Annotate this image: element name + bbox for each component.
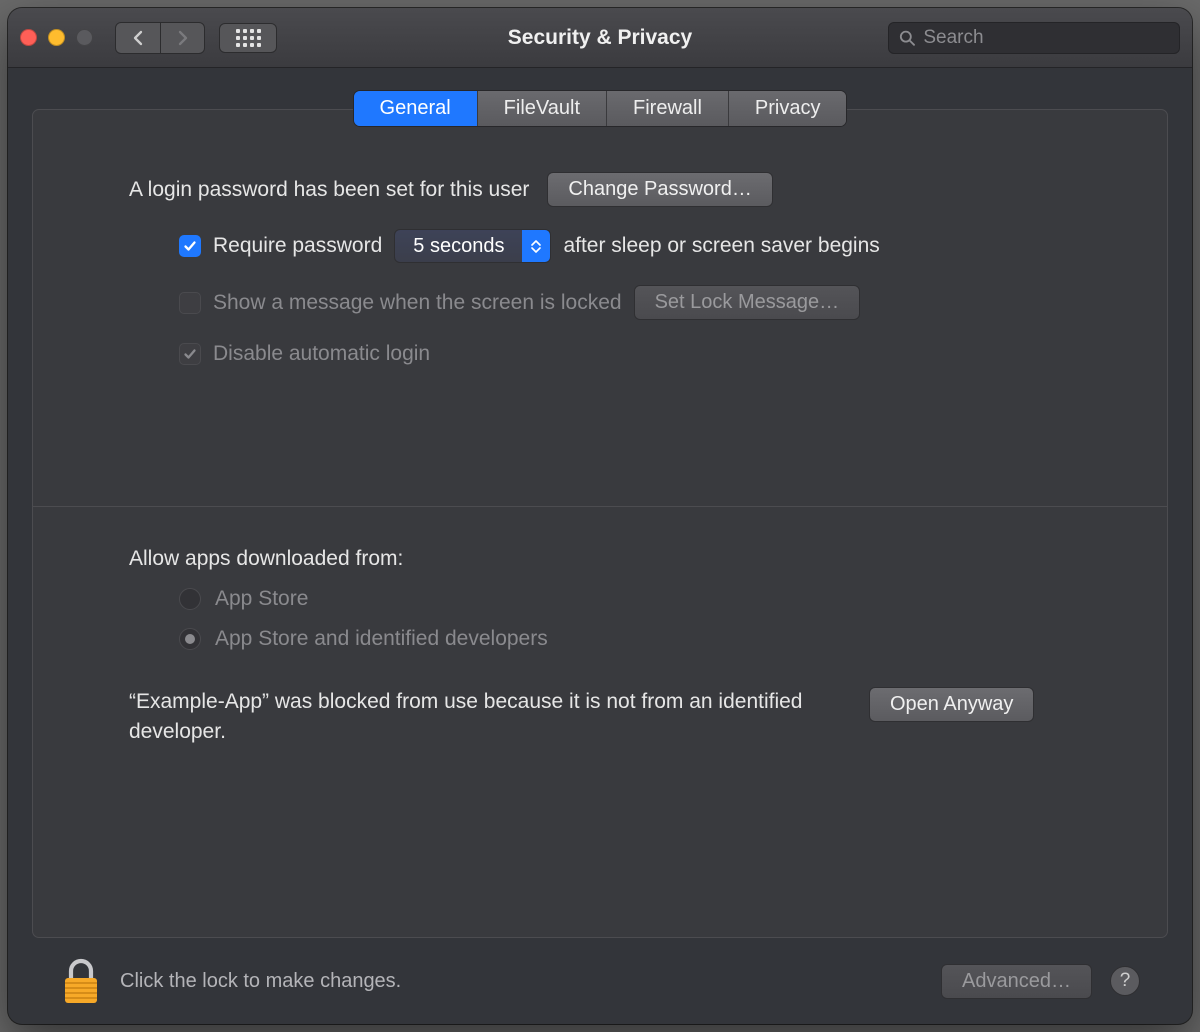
lock-hint-text: Click the lock to make changes. <box>120 970 401 993</box>
traffic-lights <box>20 29 93 46</box>
radio-appstore <box>179 588 201 610</box>
disable-auto-login-checkbox <box>179 343 201 365</box>
login-password-row: A login password has been set for this u… <box>129 172 1071 207</box>
tab-panel-general: A login password has been set for this u… <box>32 109 1168 938</box>
chevron-right-icon <box>177 30 189 46</box>
radio-identified-developers <box>179 628 201 650</box>
tab-privacy[interactable]: Privacy <box>728 91 847 126</box>
checkmark-icon <box>183 347 197 361</box>
show-lock-message-label: Show a message when the screen is locked <box>213 291 622 315</box>
show-all-button[interactable] <box>219 23 277 53</box>
radio-identified-label: App Store and identified developers <box>215 627 548 651</box>
footer: Click the lock to make changes. Advanced… <box>32 938 1168 1024</box>
require-password-row: Require password 5 seconds after sleep o… <box>179 229 1071 263</box>
show-lock-message-row: Show a message when the screen is locked… <box>179 285 1071 320</box>
search-icon <box>899 29 915 47</box>
show-lock-message-checkbox <box>179 292 201 314</box>
radio-appstore-label: App Store <box>215 587 308 611</box>
set-lock-message-button: Set Lock Message… <box>634 285 861 320</box>
zoom-window-button[interactable] <box>76 29 93 46</box>
tab-bar: General FileVault Firewall Privacy <box>32 90 1168 127</box>
gatekeeper-section: Allow apps downloaded from: App Store Ap… <box>129 507 1071 748</box>
question-mark-icon: ? <box>1120 970 1131 992</box>
radio-appstore-row: App Store <box>179 587 1071 611</box>
allow-apps-heading: Allow apps downloaded from: <box>129 547 1071 571</box>
require-password-suffix: after sleep or screen saver begins <box>563 234 879 258</box>
require-password-delay-popup[interactable]: 5 seconds <box>394 229 551 263</box>
blocked-app-row: “Example-App” was blocked from use becau… <box>129 687 1071 748</box>
open-anyway-button[interactable]: Open Anyway <box>869 687 1034 722</box>
back-button[interactable] <box>116 23 160 53</box>
preferences-window: Security & Privacy General FileVault Fir… <box>8 8 1192 1024</box>
content-area: General FileVault Firewall Privacy A log… <box>8 68 1192 1024</box>
checkmark-icon <box>183 239 197 253</box>
tab-filevault[interactable]: FileVault <box>477 91 606 126</box>
radio-identified-row: App Store and identified developers <box>179 627 1071 651</box>
grid-icon <box>236 29 261 47</box>
titlebar: Security & Privacy <box>8 8 1192 68</box>
popup-arrows-icon <box>522 230 550 262</box>
lock-icon[interactable] <box>60 958 102 1004</box>
nav-buttons <box>115 22 205 54</box>
help-button[interactable]: ? <box>1110 966 1140 996</box>
chevron-left-icon <box>132 30 144 46</box>
close-window-button[interactable] <box>20 29 37 46</box>
minimize-window-button[interactable] <box>48 29 65 46</box>
require-password-checkbox[interactable] <box>179 235 201 257</box>
blocked-app-message: “Example-App” was blocked from use becau… <box>129 687 829 748</box>
search-input[interactable] <box>923 27 1169 49</box>
change-password-button[interactable]: Change Password… <box>547 172 772 207</box>
disable-auto-login-label: Disable automatic login <box>213 342 430 366</box>
tab-general[interactable]: General <box>354 91 477 126</box>
tab-firewall[interactable]: Firewall <box>606 91 728 126</box>
require-password-delay-value: 5 seconds <box>395 235 522 258</box>
disable-auto-login-row: Disable automatic login <box>179 342 1071 366</box>
login-password-text: A login password has been set for this u… <box>129 178 529 202</box>
advanced-button[interactable]: Advanced… <box>941 964 1092 999</box>
require-password-label: Require password <box>213 234 382 258</box>
search-field[interactable] <box>888 22 1180 54</box>
forward-button[interactable] <box>160 23 204 53</box>
